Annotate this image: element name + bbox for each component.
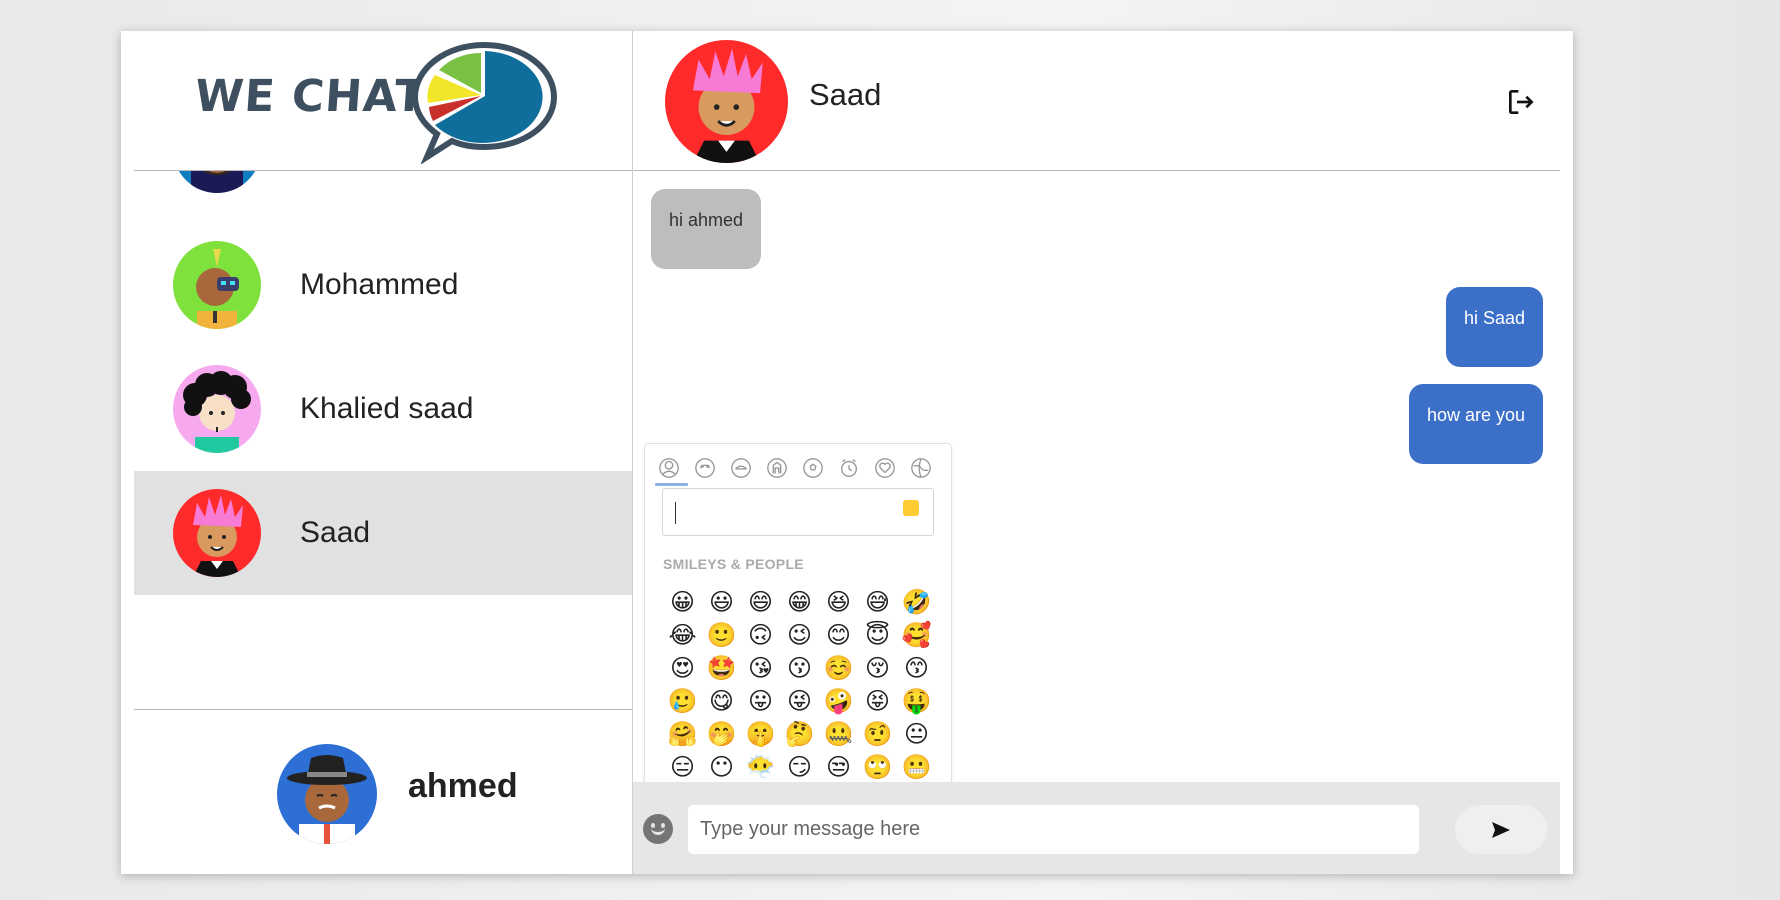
emoji-item[interactable]: 🤐: [819, 720, 858, 749]
emoji-item[interactable]: 🤫: [741, 720, 780, 749]
emoji-item[interactable]: 😍: [663, 654, 702, 683]
avatar: [173, 241, 261, 329]
emoji-item[interactable]: 😉: [780, 621, 819, 650]
avatar: [173, 365, 261, 453]
emoji-item[interactable]: 🙃: [741, 621, 780, 650]
emoji-item[interactable]: 🤪: [819, 687, 858, 716]
contact-item[interactable]: Mohammed: [134, 223, 632, 347]
emoji-item[interactable]: 🥰: [897, 621, 936, 650]
current-user-name: ahmed: [408, 767, 518, 805]
people-icon[interactable]: [655, 454, 683, 482]
emoji-item[interactable]: 😐: [897, 720, 936, 749]
message-composer: [633, 782, 1560, 874]
emoji-item[interactable]: 🤭: [702, 720, 741, 749]
emoji-item[interactable]: 🤣: [897, 588, 936, 617]
logo-pie-bubble-icon: [411, 41, 558, 164]
emoji-item[interactable]: 🤨: [858, 720, 897, 749]
avatar: [173, 171, 261, 193]
current-user: ahmed: [121, 711, 632, 874]
contact-name: Saad: [300, 516, 371, 549]
emoji-item[interactable]: 😒: [819, 753, 858, 782]
emoji-item[interactable]: 😬: [897, 753, 936, 782]
logo-text: WE CHAT: [193, 71, 428, 122]
emoji-item[interactable]: 😊: [819, 621, 858, 650]
recipient-name: Saad: [809, 77, 882, 112]
active-category-indicator: [655, 483, 688, 486]
contact-name: Khalied saad: [300, 392, 474, 425]
contact-list[interactable]: Mohammed Khalied saad Saad: [134, 171, 632, 711]
avatar: [173, 489, 261, 577]
food-icon[interactable]: [727, 454, 755, 482]
emoji-item[interactable]: 😑: [663, 753, 702, 782]
emoji-item[interactable]: 😚: [858, 654, 897, 683]
emoji-item[interactable]: 😏: [780, 753, 819, 782]
emoji-item[interactable]: 😃: [702, 588, 741, 617]
contact-name: Mohammed: [300, 268, 459, 301]
emoji-search-input[interactable]: [662, 488, 934, 536]
emoji-picker: SMILEYS & PEOPLE 😀 😃 😄 😁 😆 😅 🤣 😂 🙂 🙃 😉 😊 😇 🥰 😍 🤩 😘 😗 ☺️ 😚 😙 🥲…: [644, 443, 952, 794]
contact-item[interactable]: Khalied saad: [134, 347, 632, 471]
logout-icon[interactable]: [1505, 86, 1537, 118]
emoji-item[interactable]: 🤗: [663, 720, 702, 749]
emoji-item[interactable]: 😝: [858, 687, 897, 716]
emoji-item[interactable]: 😂: [663, 621, 702, 650]
emoji-item[interactable]: 😅: [858, 588, 897, 617]
emoji-item[interactable]: 😇: [858, 621, 897, 650]
recipient-avatar: [665, 40, 788, 163]
emoji-item[interactable]: 😙: [897, 654, 936, 683]
chat-app: WE CHAT Mohammed Khalied saad Saad ahmed…: [121, 31, 1573, 874]
emoji-item[interactable]: 🥲: [663, 687, 702, 716]
send-button[interactable]: [1455, 805, 1547, 854]
message-list: hi ahmed hi Saad how are you SMILEYS & P…: [633, 171, 1560, 794]
emoji-item[interactable]: 🤩: [702, 654, 741, 683]
emoji-item[interactable]: 😆: [819, 588, 858, 617]
emoji-item[interactable]: 😘: [741, 654, 780, 683]
emoji-toggle-icon[interactable]: [643, 814, 673, 844]
emoji-item[interactable]: 😗: [780, 654, 819, 683]
emoji-item[interactable]: 🤔: [780, 720, 819, 749]
emoji-item[interactable]: 😜: [780, 687, 819, 716]
message-input[interactable]: [688, 805, 1419, 854]
activity-icon[interactable]: [799, 454, 827, 482]
emoji-item[interactable]: 😶‍🌫️: [741, 753, 780, 782]
send-icon: [1492, 821, 1510, 838]
emoji-item[interactable]: 🙄: [858, 753, 897, 782]
message-outgoing: how are you: [1408, 384, 1543, 464]
emoji-category-bar: [655, 454, 935, 486]
symbols-icon[interactable]: [871, 454, 899, 482]
emoji-item[interactable]: 😛: [741, 687, 780, 716]
emoji-item[interactable]: ☺️: [819, 654, 858, 683]
emoji-item[interactable]: 😋: [702, 687, 741, 716]
sidebar: WE CHAT Mohammed Khalied saad Saad ahmed: [121, 31, 633, 874]
avatar: [277, 744, 377, 844]
emoji-grid: 😀 😃 😄 😁 😆 😅 🤣 😂 🙂 🙃 😉 😊 😇 🥰 😍 🤩 😘 😗 ☺️ 😚 😙 🥲 😋 😛 😜 🤪 😝 🤑 🤗 🤭 🤫 🤔 🤐 🤨 😐 😑 😶 😶‍…: [663, 588, 943, 782]
message-incoming: hi ahmed: [651, 189, 762, 269]
emoji-item[interactable]: 🙂: [702, 621, 741, 650]
emoji-category-label: SMILEYS & PEOPLE: [663, 556, 804, 572]
emoji-item[interactable]: 😄: [741, 588, 780, 617]
emoji-item[interactable]: 😀: [663, 588, 702, 617]
logo: WE CHAT: [121, 31, 632, 171]
divider: [134, 709, 632, 710]
places-icon[interactable]: [763, 454, 791, 482]
emoji-item[interactable]: 😁: [780, 588, 819, 617]
skin-tone-selector[interactable]: [903, 500, 919, 516]
text-caret: [675, 502, 676, 524]
message-outgoing: hi Saad: [1445, 287, 1543, 367]
emoji-item[interactable]: 😶: [702, 753, 741, 782]
flags-icon[interactable]: [907, 454, 935, 482]
contact-item[interactable]: [134, 171, 632, 211]
chat-panel: Saad hi ahmed hi Saad how are you SMILEY…: [633, 31, 1573, 874]
contact-item-active[interactable]: Saad: [134, 471, 632, 595]
chat-header: Saad: [633, 31, 1560, 171]
nature-icon[interactable]: [691, 454, 719, 482]
objects-icon[interactable]: [835, 454, 863, 482]
emoji-item[interactable]: 🤑: [897, 687, 936, 716]
